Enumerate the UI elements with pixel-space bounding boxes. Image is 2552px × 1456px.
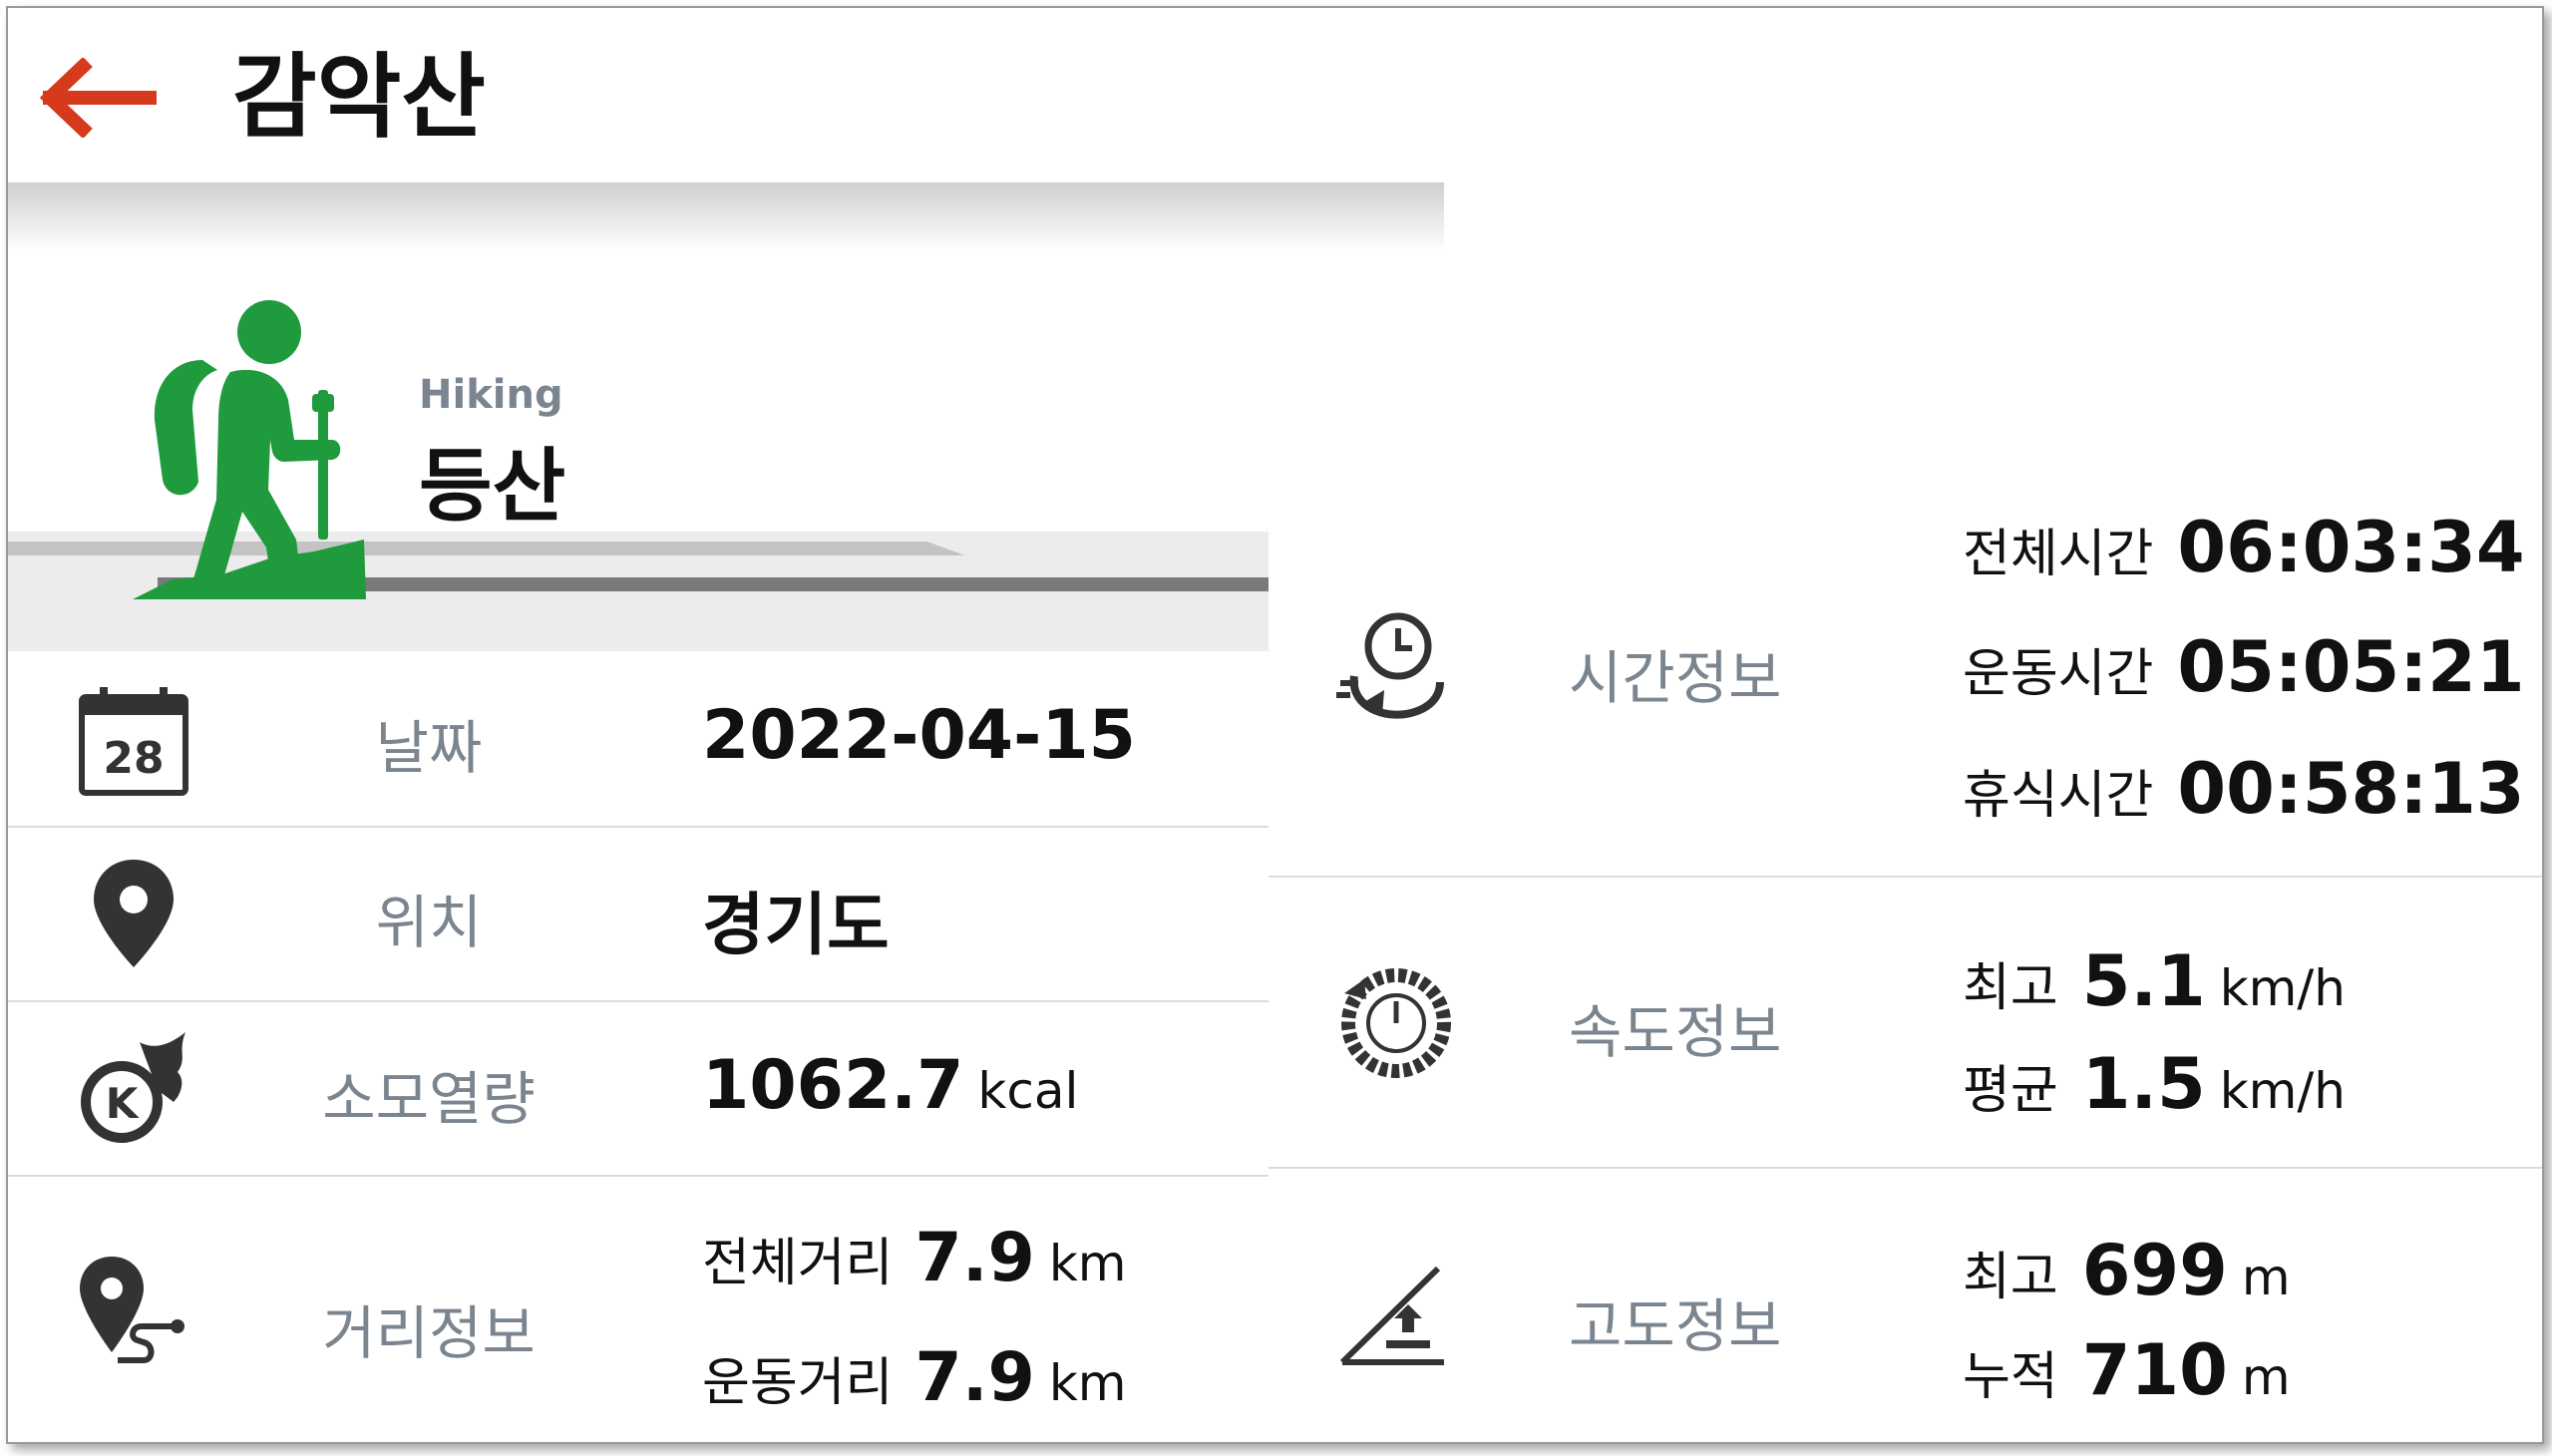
speed-max-label: 최고 <box>1963 958 2058 1018</box>
distance-row: 거리정보 전체거리 7.9 km 운동거리 7.9 km <box>8 1177 1269 1442</box>
location-pin-icon <box>94 860 174 967</box>
header-shadow <box>8 182 1444 252</box>
activity-hero: Hiking 등산 <box>8 252 1269 651</box>
hiker-icon <box>133 300 366 599</box>
divider <box>1269 876 2542 878</box>
date-row: 28 날짜 2022-04-15 <box>8 651 1269 826</box>
time-total-value: 06:03:34 <box>2177 507 2525 588</box>
activity-title: 등산 <box>419 440 566 533</box>
time-rest-line: 휴식시간 00:58:13 <box>1963 748 2525 830</box>
calendar-icon: 28 <box>79 687 188 796</box>
calories-row: K 소모열량 1062.7 kcal <box>8 1002 1269 1175</box>
speed-max-value: 5.1 <box>2081 940 2206 1022</box>
calories-value-line: 1062.7 kcal <box>702 1046 1078 1125</box>
route-pin-icon <box>80 1257 184 1363</box>
speed-max-unit: km/h <box>2219 959 2346 1017</box>
calories-unit: kcal <box>977 1062 1079 1120</box>
activity-detail-screen: 감악산 Hiking 등산 28 날짜 2022-04-15 위치 경기도 K … <box>6 6 2544 1444</box>
distance-moving-label: 운동거리 <box>702 1353 894 1413</box>
altitude-max-unit: m <box>2241 1249 2291 1306</box>
activity-subtitle: Hiking <box>419 372 563 418</box>
time-rest-label: 휴식시간 <box>1963 766 2154 826</box>
speed-avg-label: 평균 <box>1963 1061 2058 1121</box>
location-value: 경기도 <box>702 887 890 965</box>
speed-label: 속도정보 <box>1569 998 1782 1066</box>
speed-avg-unit: km/h <box>2219 1062 2346 1120</box>
distance-total-unit: km <box>1048 1235 1127 1292</box>
time-rest-value: 00:58:13 <box>2177 748 2525 830</box>
speed-avg-value: 1.5 <box>2081 1043 2206 1125</box>
clock-refresh-icon <box>1336 612 1444 719</box>
distance-total-label: 전체거리 <box>702 1234 894 1293</box>
location-label: 위치 <box>375 889 483 956</box>
altitude-max-line: 최고 699 m <box>1963 1230 2291 1311</box>
speedometer-icon <box>1341 968 1451 1078</box>
altitude-cum-label: 누적 <box>1963 1347 2058 1407</box>
location-row: 위치 경기도 <box>8 828 1269 1000</box>
altitude-max-value: 699 <box>2081 1230 2228 1311</box>
time-moving-label: 운동시간 <box>1963 644 2154 704</box>
distance-moving-unit: km <box>1048 1354 1127 1412</box>
divider <box>1269 1167 2542 1169</box>
calorie-letter: K <box>106 1079 140 1128</box>
altitude-cum-unit: m <box>2241 1348 2291 1406</box>
time-label: 시간정보 <box>1569 644 1782 712</box>
altitude-label: 고도정보 <box>1569 1292 1782 1360</box>
distance-label: 거리정보 <box>322 1299 536 1367</box>
date-label: 날짜 <box>375 714 483 782</box>
distance-moving-value: 7.9 <box>914 1338 1035 1417</box>
distance-moving-line: 운동거리 7.9 km <box>702 1338 1127 1417</box>
altitude-max-label: 최고 <box>1963 1248 2058 1307</box>
altitude-cum-line: 누적 710 m <box>1963 1329 2291 1411</box>
app-header: 감악산 <box>8 8 1444 182</box>
calories-label: 소모열량 <box>322 1065 536 1133</box>
calories-value: 1062.7 <box>702 1046 964 1125</box>
distance-total-value: 7.9 <box>914 1219 1035 1297</box>
altitude-slope-icon <box>1339 1266 1444 1365</box>
time-moving-line: 운동시간 05:05:21 <box>1963 626 2525 708</box>
altitude-cum-value: 710 <box>2081 1329 2228 1411</box>
time-moving-value: 05:05:21 <box>2177 626 2525 708</box>
back-arrow-icon[interactable] <box>38 58 158 138</box>
speed-max-line: 최고 5.1 km/h <box>1963 940 2346 1022</box>
distance-total-line: 전체거리 7.9 km <box>702 1219 1127 1297</box>
time-total-line: 전체시간 06:03:34 <box>1963 507 2525 588</box>
calendar-day: 28 <box>103 733 164 784</box>
time-total-label: 전체시간 <box>1963 525 2154 584</box>
page-title: 감악산 <box>232 44 486 151</box>
calorie-fire-icon: K <box>81 1032 185 1143</box>
date-value: 2022-04-15 <box>702 696 1136 775</box>
speed-avg-line: 평균 1.5 km/h <box>1963 1043 2346 1125</box>
